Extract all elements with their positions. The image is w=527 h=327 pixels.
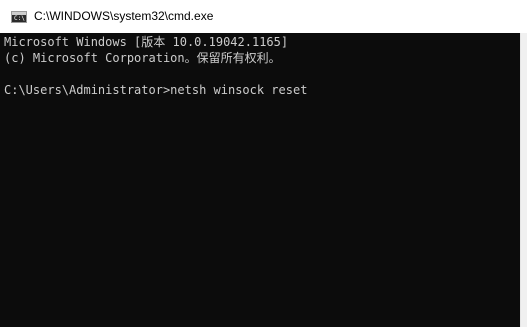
cmd-window: C:\ C:\WINDOWS\system32\cmd.exe Microsof… (0, 0, 527, 327)
console-line-version: Microsoft Windows [版本 10.0.19042.1165] (4, 35, 289, 49)
console-output[interactable]: Microsoft Windows [版本 10.0.19042.1165] (… (0, 33, 520, 327)
console-command-prompt[interactable]: C:\Users\Administrator>netsh winsock res… (4, 82, 520, 98)
cmd-icon[interactable]: C:\ (11, 11, 27, 23)
window-title: C:\WINDOWS\system32\cmd.exe (34, 9, 214, 23)
console-line-copyright: (c) Microsoft Corporation。保留所有权利。 (4, 51, 281, 65)
title-bar[interactable]: C:\ C:\WINDOWS\system32\cmd.exe (0, 0, 527, 33)
cmd-icon-glyph: C:\ (14, 15, 25, 22)
vertical-scrollbar[interactable] (520, 33, 527, 327)
